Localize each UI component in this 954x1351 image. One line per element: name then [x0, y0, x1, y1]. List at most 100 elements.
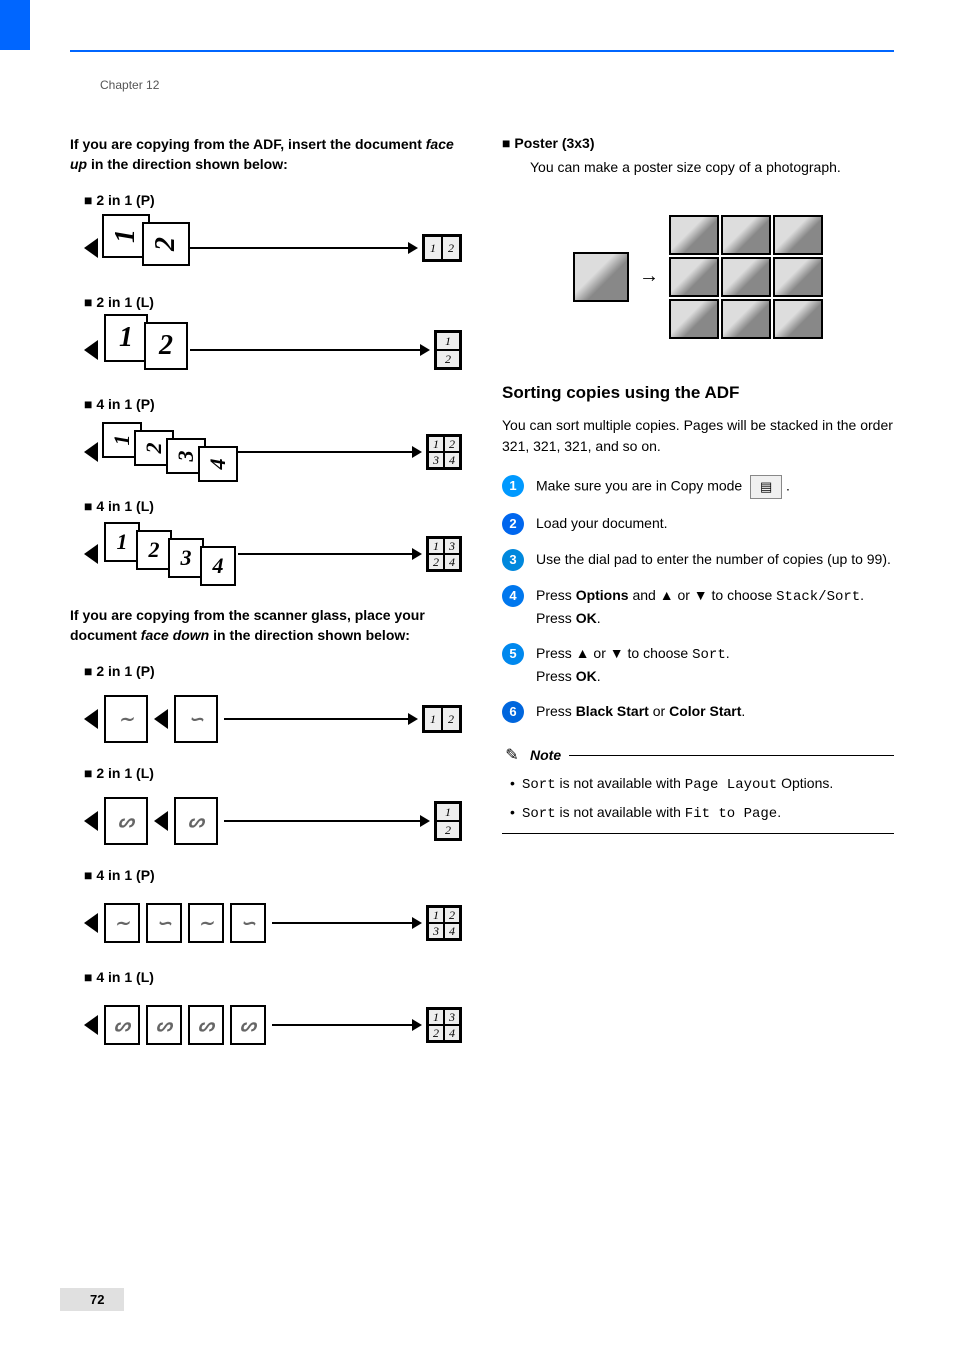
layout-label: 4 in 1 (L): [84, 498, 462, 514]
note-icon: ✎: [502, 745, 522, 765]
arrow-icon: [238, 451, 420, 453]
note-header: ✎ Note: [502, 745, 894, 765]
layout-glass-2in1l: 2 in 1 (L) ᔕ ᔕ 12: [70, 765, 462, 855]
page-card: 2: [144, 322, 188, 370]
left-arrow-icon: [154, 811, 168, 831]
sort-heading: Sorting copies using the ADF: [502, 383, 894, 403]
arrow-icon: [272, 1024, 420, 1026]
page-card: ᔕ: [104, 1005, 140, 1045]
left-arrow-icon: [84, 340, 98, 360]
copy-mode-icon: ▤: [750, 475, 782, 499]
layout-label: 4 in 1 (L): [84, 969, 462, 985]
page-card: 4: [198, 446, 238, 482]
step-badge: 2: [502, 513, 524, 535]
page-card: 3: [168, 538, 204, 578]
diagram: ᔕ ᔕ 12: [84, 787, 462, 855]
step-badge: 4: [502, 585, 524, 607]
result-grid: 12: [422, 705, 462, 733]
layout-adf-4in1p: 4 in 1 (P) 1 2 3 4 1234: [70, 396, 462, 486]
diagram: ∼ ∽ ∼ ∽ 1234: [84, 889, 462, 957]
layout-label: 2 in 1 (L): [84, 294, 462, 310]
result-grid: 1324: [426, 536, 462, 572]
left-arrow-icon: [84, 811, 98, 831]
step-1: 1 Make sure you are in Copy mode ▤ .: [502, 475, 894, 499]
page-tab: [0, 0, 30, 50]
layout-glass-4in1p: 4 in 1 (P) ∼ ∽ ∼ ∽ 1234: [70, 867, 462, 957]
note-rule: [569, 755, 894, 756]
page-number: 72: [60, 1288, 124, 1311]
page-card: 2: [142, 222, 190, 266]
left-arrow-icon: [84, 913, 98, 933]
step-text: Press Black Start or Color Start.: [536, 701, 894, 722]
step-text: Load your document.: [536, 513, 894, 534]
page-card: 1: [104, 314, 148, 362]
page-card: ∼: [188, 903, 224, 943]
note-title: Note: [530, 747, 561, 763]
layout-adf-4in1l: 4 in 1 (L) 1 2 3 4 1324: [70, 498, 462, 588]
page-card: ᔕ: [174, 797, 218, 845]
adf-intro: If you are copying from the ADF, insert …: [70, 135, 462, 174]
left-arrow-icon: [84, 442, 98, 462]
result-grid: 1324: [426, 1007, 462, 1043]
arrow-icon: →: [639, 265, 659, 288]
page-card: ∼: [104, 695, 148, 743]
step-badge: 3: [502, 549, 524, 571]
page-card: ∽: [174, 695, 218, 743]
page-card: ∽: [146, 903, 182, 943]
result-grid: 12: [422, 234, 462, 262]
step-1-text: Make sure you are in Copy mode: [536, 478, 742, 494]
poster-label: Poster (3x3): [502, 135, 894, 151]
page-card: ᔕ: [188, 1005, 224, 1045]
diagram: 1 2 3 4 1234: [84, 418, 462, 486]
diagram: ∼ ∽ 12: [84, 685, 462, 753]
layout-label: 2 in 1 (P): [84, 663, 462, 679]
result-grid: 12: [434, 330, 462, 370]
step-3: 3 Use the dial pad to enter the number o…: [502, 549, 894, 571]
page-card: ᔕ: [146, 1005, 182, 1045]
left-column: If you are copying from the ADF, insert …: [70, 135, 462, 1071]
arrow-icon: [238, 553, 420, 555]
content-area: If you are copying from the ADF, insert …: [70, 135, 894, 1071]
page-card: 1: [104, 522, 140, 562]
step-4: 4 Press Options and ▲ or ▼ to choose Sta…: [502, 585, 894, 629]
right-column: Poster (3x3) You can make a poster size …: [502, 135, 894, 1071]
glass-intro-post: in the direction shown below:: [209, 627, 410, 643]
layout-adf-2in1l: 2 in 1 (L) 1 2 12: [70, 294, 462, 384]
step-text: Use the dial pad to enter the number of …: [536, 549, 894, 570]
layout-label: 2 in 1 (L): [84, 765, 462, 781]
arrow-icon: [224, 718, 416, 720]
note-item: Sort is not available with Fit to Page.: [510, 802, 894, 825]
note-list: Sort is not available with Page Layout O…: [502, 773, 894, 825]
layout-glass-2in1p: 2 in 1 (P) ∼ ∽ 12: [70, 663, 462, 753]
header-rule: [70, 50, 894, 52]
adf-intro-post: in the direction shown below:: [87, 156, 288, 172]
page-card: 2: [136, 530, 172, 570]
step-badge: 1: [502, 475, 524, 497]
chapter-label: Chapter 12: [100, 78, 159, 92]
diagram: ᔕ ᔕ ᔕ ᔕ 1324: [84, 991, 462, 1059]
result-grid: 1234: [426, 434, 462, 470]
step-6: 6 Press Black Start or Color Start.: [502, 701, 894, 723]
layout-label: 2 in 1 (P): [84, 192, 462, 208]
layout-adf-2in1p: 2 in 1 (P) 1 2 12: [70, 192, 462, 282]
step-text: Press ▲ or ▼ to choose Sort. Press OK.: [536, 643, 894, 687]
layout-label: 4 in 1 (P): [84, 867, 462, 883]
left-arrow-icon: [84, 544, 98, 564]
step-text: Make sure you are in Copy mode ▤ .: [536, 475, 894, 499]
left-arrow-icon: [154, 709, 168, 729]
glass-intro-em: face down: [141, 627, 209, 643]
layout-label: 4 in 1 (P): [84, 396, 462, 412]
diagram: 1 2 3 4 1324: [84, 520, 462, 588]
step-5: 5 Press ▲ or ▼ to choose Sort. Press OK.: [502, 643, 894, 687]
step-text: Press Options and ▲ or ▼ to choose Stack…: [536, 585, 894, 629]
left-arrow-icon: [84, 709, 98, 729]
note-box: ✎ Note Sort is not available with Page L…: [502, 737, 894, 842]
page-card: ᔕ: [230, 1005, 266, 1045]
arrow-icon: [190, 247, 416, 249]
arrow-icon: [272, 922, 420, 924]
layout-glass-4in1l: 4 in 1 (L) ᔕ ᔕ ᔕ ᔕ 1324: [70, 969, 462, 1059]
page-card: 4: [200, 546, 236, 586]
result-grid: 12: [434, 801, 462, 841]
arrow-icon: [190, 349, 428, 351]
step-badge: 5: [502, 643, 524, 665]
